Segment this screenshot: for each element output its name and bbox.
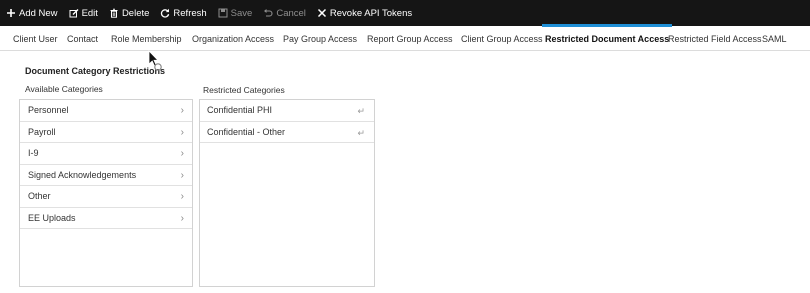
chevron-right-icon: › xyxy=(180,191,184,202)
tab-pay-group-access[interactable]: Pay Group Access xyxy=(283,26,357,50)
add-new-label: Add New xyxy=(19,7,58,19)
list-item-label: Other xyxy=(28,191,51,201)
restricted-categories-label: Restricted Categories xyxy=(203,85,285,95)
list-item-ee-uploads[interactable]: EE Uploads › xyxy=(20,208,192,229)
toolbar: Add New Edit Delete Refresh Save Cancel … xyxy=(0,0,810,26)
revoke-label: Revoke API Tokens xyxy=(329,7,413,19)
edit-button[interactable]: Edit xyxy=(69,8,98,19)
tab-bar: Client User Contact Role Membership Orga… xyxy=(0,24,810,51)
list-item-label: I-9 xyxy=(28,148,39,158)
chevron-right-icon: › xyxy=(180,126,184,138)
edit-icon xyxy=(69,8,79,18)
available-categories-list: Personnel › Payroll › I-9 › Signed Ackno… xyxy=(19,99,193,287)
refresh-label: Refresh xyxy=(173,7,207,19)
section-title: Document Category Restrictions xyxy=(25,66,166,76)
list-item-label: Signed Acknowledgements xyxy=(28,169,137,180)
tab-client-group-access[interactable]: Client Group Access xyxy=(461,26,543,50)
chevron-right-icon: › xyxy=(180,212,184,224)
unlink-icon xyxy=(317,8,327,18)
trash-icon xyxy=(109,8,119,18)
list-item-confidential-phi[interactable]: Confidential PHI ↵ xyxy=(200,100,374,122)
refresh-button[interactable]: Refresh xyxy=(160,7,207,19)
tab-saml[interactable]: SAML xyxy=(762,26,787,50)
restricted-categories-list: Confidential PHI ↵ Confidential - Other … xyxy=(199,99,375,287)
refresh-icon xyxy=(160,8,170,18)
return-icon: ↵ xyxy=(357,106,365,116)
tab-contact[interactable]: Contact xyxy=(67,26,98,50)
save-icon xyxy=(218,8,228,18)
save-label: Save xyxy=(230,7,253,19)
chevron-right-icon: › xyxy=(180,148,184,159)
tab-report-group-access[interactable]: Report Group Access xyxy=(367,26,453,50)
delete-label: Delete xyxy=(121,7,150,19)
delete-button[interactable]: Delete xyxy=(109,8,149,19)
list-item-label: Confidential PHI xyxy=(207,105,273,115)
undo-icon xyxy=(263,8,273,18)
revoke-api-tokens-button[interactable]: Revoke API Tokens xyxy=(317,8,412,19)
return-icon: ↵ xyxy=(357,127,365,138)
list-item-confidential-other[interactable]: Confidential - Other ↵ xyxy=(200,122,374,143)
list-item-label: Payroll xyxy=(28,126,56,137)
cancel-label: Cancel xyxy=(276,7,306,19)
tab-client-user[interactable]: Client User xyxy=(13,26,58,50)
plus-icon xyxy=(6,8,16,18)
mouse-cursor-icon xyxy=(148,50,162,72)
tab-restricted-document-access[interactable]: Restricted Document Access xyxy=(541,24,673,50)
list-item-label: Personnel xyxy=(28,105,69,115)
save-button[interactable]: Save xyxy=(218,7,253,19)
cancel-button[interactable]: Cancel xyxy=(263,8,306,19)
list-item-label: Confidential - Other xyxy=(207,126,286,137)
tab-organization-access[interactable]: Organization Access xyxy=(192,26,274,50)
edit-label: Edit xyxy=(81,7,98,19)
list-item-other[interactable]: Other › xyxy=(20,186,192,208)
list-item-signed-acknowledgements[interactable]: Signed Acknowledgements › xyxy=(20,165,192,186)
list-item-i9[interactable]: I-9 › xyxy=(20,143,192,165)
list-item-personnel[interactable]: Personnel › xyxy=(20,100,192,122)
tab-restricted-field-access[interactable]: Restricted Field Access xyxy=(668,26,762,50)
list-item-label: EE Uploads xyxy=(28,212,76,223)
available-categories-label: Available Categories xyxy=(25,84,103,94)
chevron-right-icon: › xyxy=(180,105,184,116)
list-item-payroll[interactable]: Payroll › xyxy=(20,122,192,143)
chevron-right-icon: › xyxy=(180,169,184,181)
add-new-button[interactable]: Add New xyxy=(6,8,58,19)
tab-role-membership[interactable]: Role Membership xyxy=(111,26,182,50)
